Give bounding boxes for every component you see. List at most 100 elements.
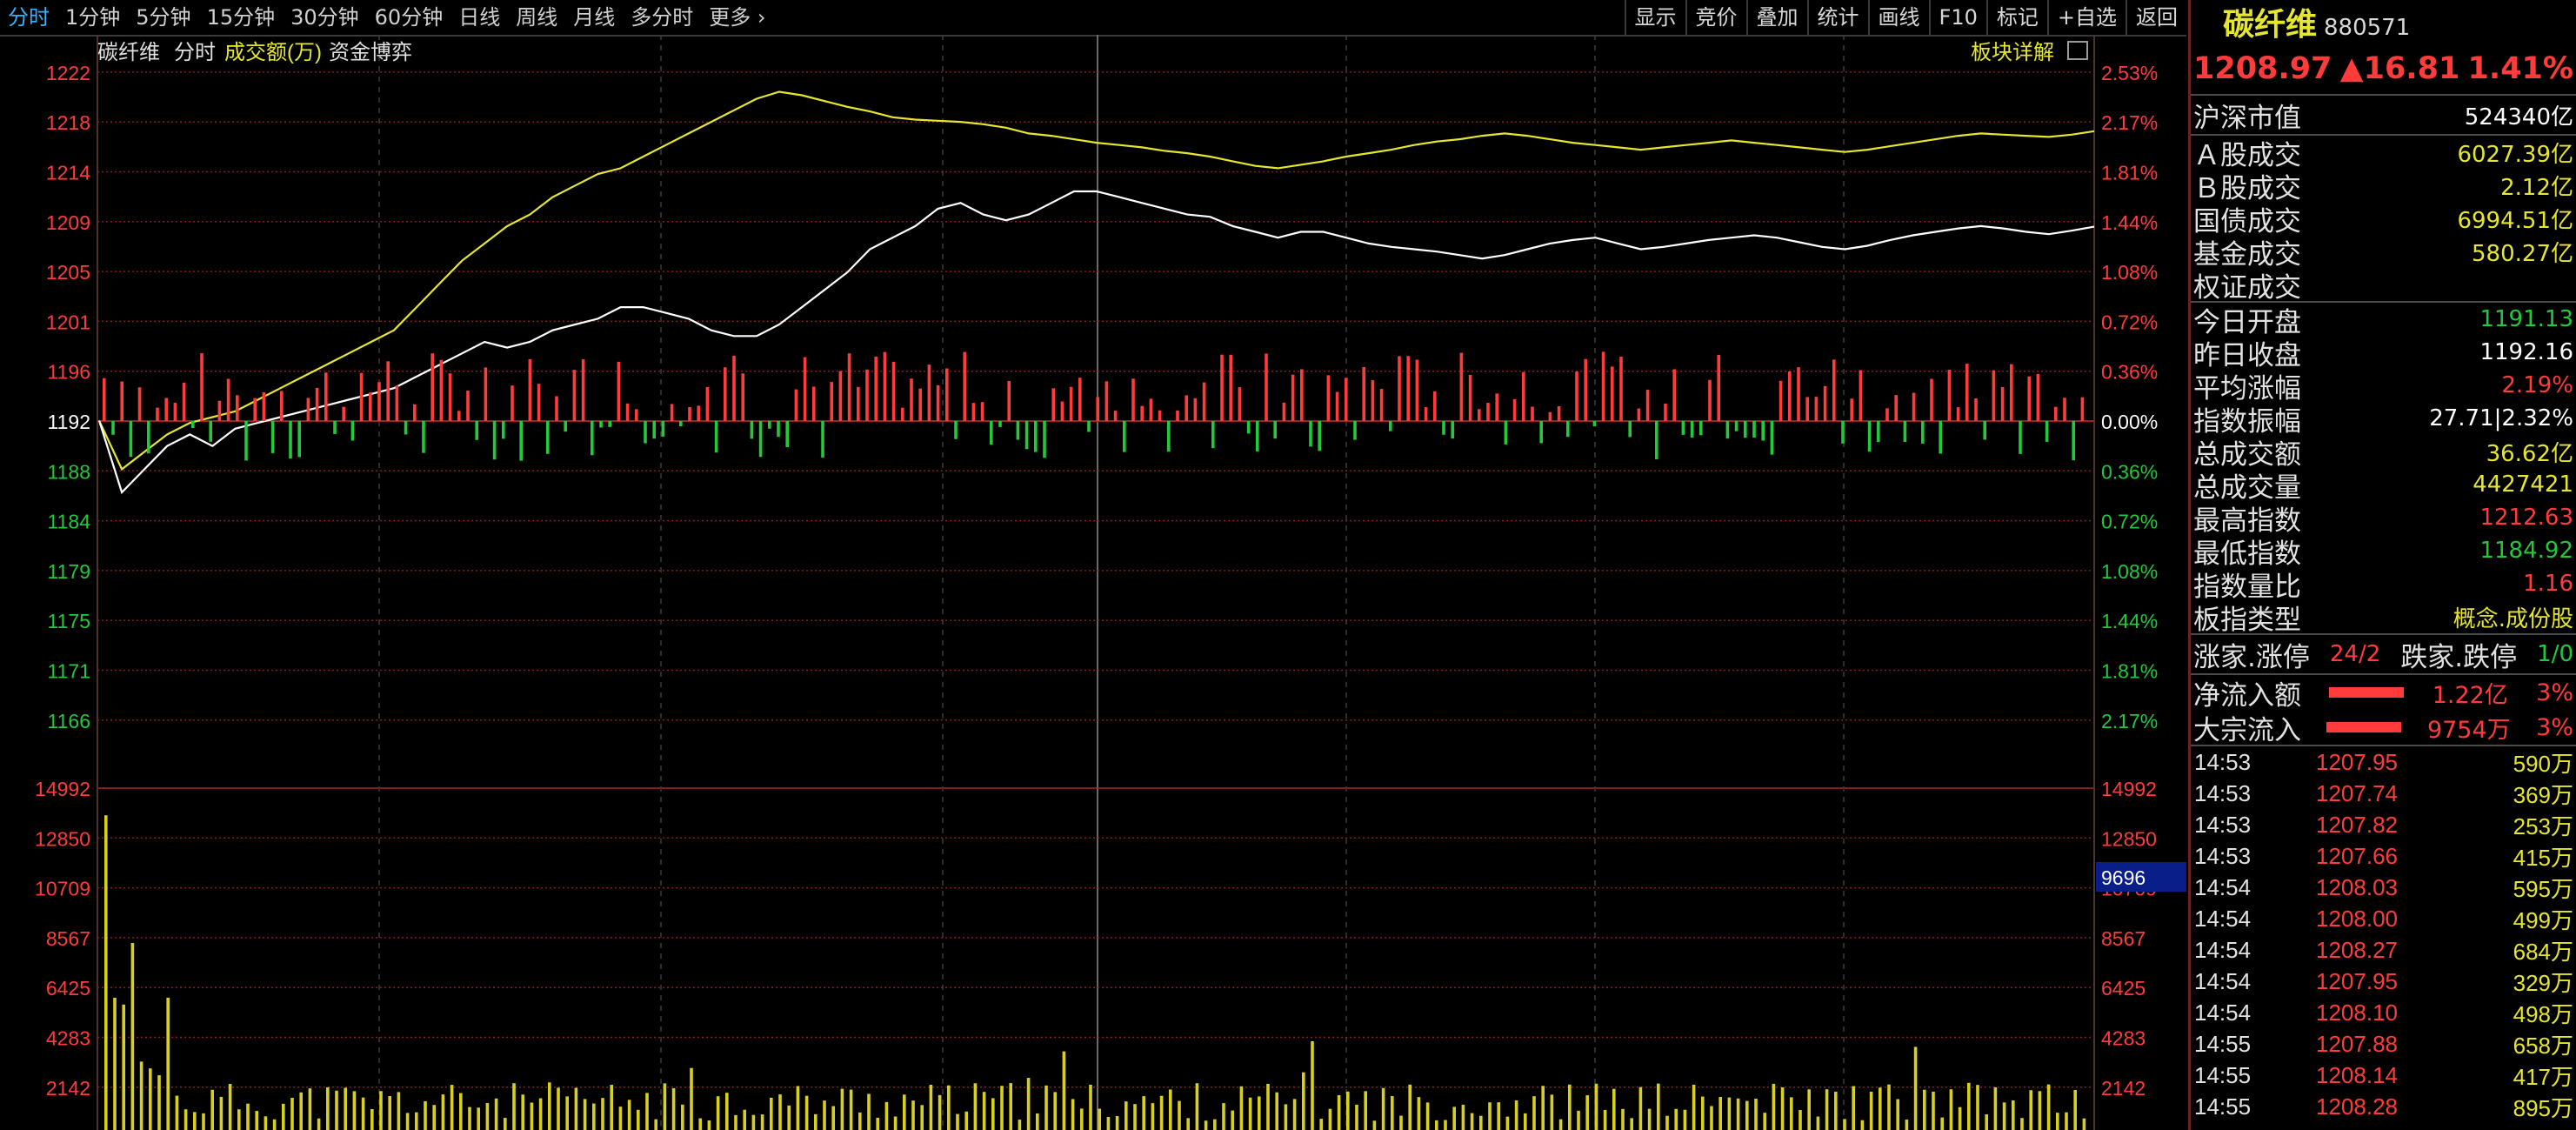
back-button[interactable]: 返回 bbox=[2126, 0, 2186, 35]
volume-bar bbox=[1816, 1116, 1820, 1130]
pressure-bar-up bbox=[1238, 387, 1242, 421]
tab-60min[interactable]: 60分钟 bbox=[367, 0, 451, 35]
volume-bar bbox=[1532, 1096, 1536, 1130]
pressure-bar-down bbox=[1761, 421, 1765, 441]
pressure-bar-down bbox=[502, 421, 505, 439]
volume-bar bbox=[1718, 1097, 1722, 1130]
tab-30min[interactable]: 30分钟 bbox=[283, 0, 367, 35]
tab-daily[interactable]: 日线 bbox=[450, 0, 508, 35]
volume-bar bbox=[388, 1096, 391, 1130]
index-stat-value: 1192.16 bbox=[2479, 339, 2573, 365]
f10-button[interactable]: F10 bbox=[1928, 0, 1986, 35]
draw-line-button[interactable]: 画线 bbox=[1867, 0, 1929, 35]
pressure-bar-up bbox=[466, 390, 470, 421]
pct-axis-label: 2.17% bbox=[2101, 710, 2158, 732]
price-axis-label: 1179 bbox=[48, 560, 90, 583]
chart-fund-label: 资金博弈 bbox=[329, 41, 412, 64]
volume-bar bbox=[823, 1100, 826, 1130]
pressure-bar-up bbox=[1956, 407, 1960, 421]
tab-monthly[interactable]: 月线 bbox=[565, 0, 623, 35]
volume-bar bbox=[1585, 1095, 1589, 1130]
tick-list[interactable]: 14:53 1207.95 590万 14:53 1207.74 369万 14:53 120… bbox=[2191, 745, 2576, 1122]
auction-button[interactable]: 竞价 bbox=[1685, 0, 1746, 35]
tick-row: 14:54 1208.03 595万 bbox=[2191, 872, 2576, 903]
volume-bar bbox=[113, 997, 117, 1130]
volume-bars bbox=[104, 815, 2086, 1130]
pressure-bar-down bbox=[422, 421, 425, 453]
index-stat-value: 36.62亿 bbox=[2486, 440, 2573, 467]
pressure-bar-down bbox=[1690, 421, 1694, 438]
flow-row: 大宗流入 9754万 3% bbox=[2191, 710, 2576, 746]
panel-toggle-icon bbox=[2067, 41, 2088, 60]
tick-row: 14:53 1207.74 369万 bbox=[2191, 778, 2576, 809]
volume-bar bbox=[370, 1108, 374, 1130]
volume-bar bbox=[1036, 1113, 1039, 1130]
index-stat-value: 概念.成份股 bbox=[2453, 605, 2573, 632]
volume-bar bbox=[468, 1107, 471, 1130]
display-button[interactable]: 显示 bbox=[1624, 0, 1685, 35]
tab-15min[interactable]: 15分钟 bbox=[199, 0, 284, 35]
pressure-bar-up bbox=[1779, 380, 1783, 421]
chart-index-name: 碳纤维 bbox=[97, 41, 160, 64]
pressure-bar-up bbox=[1131, 378, 1135, 421]
pressure-bar-down bbox=[1043, 421, 1046, 458]
pressure-bar-up bbox=[2010, 364, 2013, 421]
pressure-bar-down bbox=[1655, 421, 1658, 459]
stats-button[interactable]: 统计 bbox=[1806, 0, 1868, 35]
volume-bar bbox=[876, 1117, 879, 1130]
intraday-chart[interactable]: 1222 2.53% 1218 2.17% 1214 1.81% 1209 1.44% 1205… bbox=[0, 35, 2186, 1130]
volume-bar bbox=[557, 1087, 560, 1130]
add-watchlist-button[interactable]: +自选 bbox=[2046, 0, 2126, 35]
tab-intraday[interactable]: 分时 bbox=[0, 0, 57, 35]
pressure-bar-down bbox=[758, 421, 763, 458]
pressure-bar-up bbox=[200, 353, 204, 421]
tick-volume: 684万 bbox=[2513, 938, 2573, 965]
volume-bar bbox=[1461, 1104, 1465, 1130]
pct-axis-label: 1.81% bbox=[2101, 162, 2158, 184]
pressure-bar-up bbox=[617, 361, 621, 421]
mark-button[interactable]: 标记 bbox=[1985, 0, 2047, 35]
pressure-bar-down bbox=[1318, 421, 1321, 451]
index-stat-value: 27.71|2.32% bbox=[2429, 405, 2573, 431]
volume-bar bbox=[1381, 1087, 1385, 1130]
overlay-button[interactable]: 叠加 bbox=[1745, 0, 1807, 35]
chart-mode-label: 分时 bbox=[174, 41, 216, 64]
pressure-bar-down bbox=[644, 421, 647, 444]
tick-volume: 658万 bbox=[2513, 1032, 2573, 1059]
breadth-row: 涨家.涨停 24/2 跌家.跌停 1/0 bbox=[2191, 633, 2576, 673]
flow-pct: 3% bbox=[2536, 679, 2573, 706]
tick-row: 14:54 1207.95 329万 bbox=[2191, 966, 2576, 997]
pressure-bar-up bbox=[1202, 382, 1206, 421]
index-stat-row: 今日开盘 1191.13 bbox=[2191, 303, 2576, 338]
pressure-bar-up bbox=[1265, 353, 1268, 421]
tab-weekly[interactable]: 周线 bbox=[508, 0, 565, 35]
pressure-bar-up bbox=[1415, 359, 1419, 421]
pressure-bar-up bbox=[164, 398, 168, 421]
volume-bar bbox=[1133, 1104, 1137, 1130]
pressure-bar-up bbox=[1433, 391, 1437, 421]
volume-bar bbox=[2065, 1112, 2068, 1130]
pressure-bar-up bbox=[1158, 410, 1162, 421]
volume-bar bbox=[743, 1109, 746, 1130]
tab-multi-intraday[interactable]: 多分时 bbox=[623, 0, 701, 35]
volume-bar bbox=[1355, 1104, 1358, 1130]
pressure-bar-up bbox=[1814, 397, 1819, 421]
pressure-bar-down bbox=[2019, 421, 2022, 454]
volume-axis-label: 6425 bbox=[46, 977, 90, 1000]
pressure-bar-up bbox=[980, 402, 984, 421]
volume-bar bbox=[1879, 1087, 1882, 1130]
pressure-bar-up bbox=[1965, 364, 1969, 421]
sector-detail-link[interactable]: 板块详解 bbox=[1971, 41, 2054, 64]
pressure-bar-up bbox=[1601, 351, 1605, 421]
volume-bar bbox=[202, 1113, 205, 1130]
tab-more[interactable]: 更多 › bbox=[701, 0, 773, 35]
volume-bar bbox=[716, 1096, 720, 1130]
volume-bar bbox=[1958, 1107, 1962, 1130]
pressure-bar-up bbox=[2080, 397, 2085, 421]
pressure-bar-down bbox=[661, 421, 665, 437]
tab-1min[interactable]: 1分钟 bbox=[57, 0, 128, 35]
tab-5min[interactable]: 5分钟 bbox=[128, 0, 198, 35]
pressure-bar-up bbox=[173, 402, 177, 421]
pressure-bar-up bbox=[120, 381, 123, 421]
volume-axis-label: 12850 bbox=[2101, 827, 2157, 850]
